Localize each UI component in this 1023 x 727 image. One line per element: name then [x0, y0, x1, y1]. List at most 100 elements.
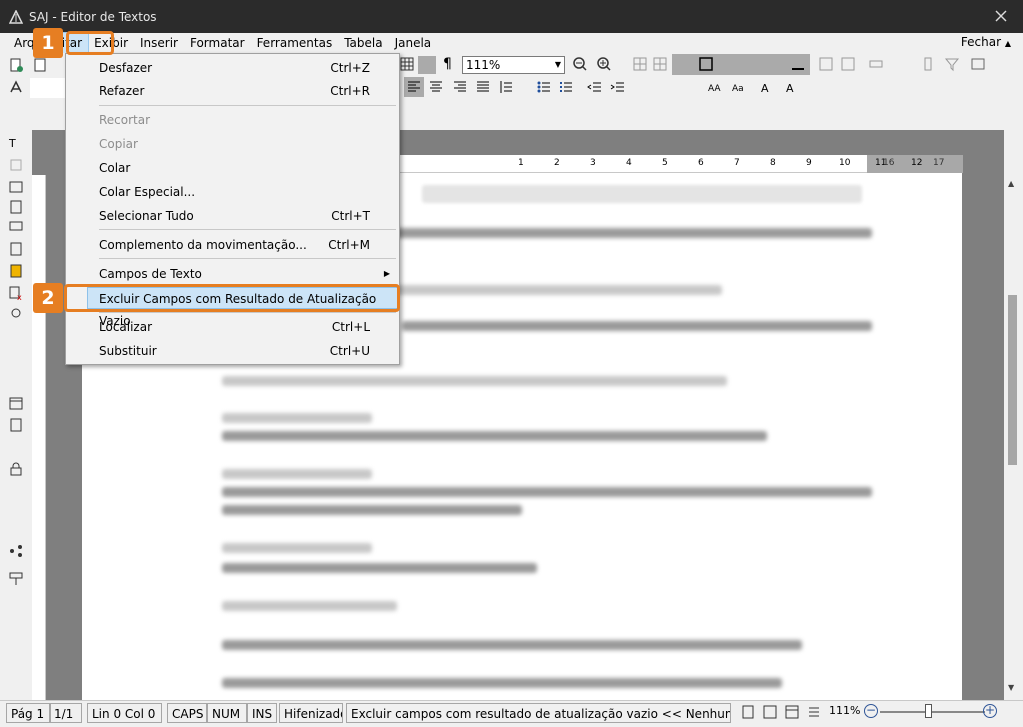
table-props-icon[interactable]: [970, 56, 986, 72]
scroll-up-icon[interactable]: ▲: [1008, 179, 1014, 188]
horizontal-ruler[interactable]: 1 2 3 4 5 6 7 8 9 10 11 12 13 14 15 16 1…: [395, 155, 963, 173]
menu-item-localizar[interactable]: Localizar Ctrl+L: [66, 316, 399, 338]
status-message: Excluir campos com resultado de atualiza…: [346, 703, 731, 723]
fields-icon[interactable]: [8, 179, 24, 195]
menu-item-colar[interactable]: Colar: [66, 157, 399, 179]
svg-text:A: A: [761, 82, 769, 95]
vertical-scrollbar[interactable]: ▲ ▼: [1004, 175, 1020, 700]
menu-item-selecionar-tudo[interactable]: Selecionar Tudo Ctrl+T: [66, 205, 399, 227]
zoom-select[interactable]: 111% ▼: [462, 56, 565, 74]
doc-heading-blur: [422, 185, 862, 203]
align-center-icon[interactable]: [428, 79, 444, 95]
case-toggle-icon[interactable]: A: [760, 79, 776, 95]
menu-formatar[interactable]: Formatar: [184, 33, 251, 53]
font-size-icon[interactable]: A: [785, 79, 801, 95]
comment-icon[interactable]: [8, 219, 24, 235]
menu-item-desfazer[interactable]: Desfazer Ctrl+Z: [66, 57, 399, 79]
zoom-out-icon[interactable]: [572, 56, 588, 72]
font-name-box[interactable]: [30, 78, 66, 98]
split-cells-icon[interactable]: [840, 56, 856, 72]
grid-icon[interactable]: [632, 56, 648, 72]
page-icon[interactable]: [32, 57, 48, 73]
zoom-slider-thumb[interactable]: [925, 704, 932, 718]
vertical-ruler[interactable]: [32, 175, 46, 700]
step1-highlight: [66, 31, 114, 55]
menu-item-copiar[interactable]: Copiar: [66, 133, 399, 155]
menu-item-shortcut: Ctrl+U: [329, 344, 370, 358]
zoom-in-button[interactable]: +: [983, 704, 997, 718]
align-right-icon[interactable]: [452, 79, 468, 95]
normal-view-icon[interactable]: [762, 704, 778, 720]
menu-item-label: Desfazer: [99, 61, 153, 75]
menu-item-campos-de-texto[interactable]: Campos de Texto ▶: [66, 263, 399, 285]
toolbar-pressed-button[interactable]: [418, 56, 436, 74]
list-icon[interactable]: [8, 241, 24, 257]
status-caps: CAPS: [167, 703, 207, 723]
menu-item-substituir[interactable]: Substituir Ctrl+U: [66, 340, 399, 362]
increase-indent-icon[interactable]: [610, 79, 626, 95]
numbered-list-icon[interactable]: [558, 79, 574, 95]
form-icon[interactable]: [8, 263, 24, 279]
table-icon[interactable]: [399, 56, 415, 72]
ruler-label: 3: [590, 158, 596, 168]
bookmark-icon[interactable]: [8, 417, 24, 433]
uppercase-icon[interactable]: AA: [708, 79, 724, 95]
decrease-indent-icon[interactable]: [587, 79, 603, 95]
chevron-down-icon: ▼: [554, 60, 561, 69]
menu-item-label: Colar Especial...: [99, 185, 196, 199]
new-doc-icon[interactable]: [8, 57, 24, 73]
certificate-icon[interactable]: [8, 307, 24, 323]
lowercase-icon[interactable]: Aa: [732, 79, 748, 95]
zoom-slider[interactable]: [880, 711, 985, 713]
merge-cells-icon[interactable]: [818, 56, 834, 72]
line-spacing-icon[interactable]: [498, 79, 514, 95]
fechar-label: Fechar: [960, 35, 1002, 49]
submenu-arrow-icon: ▶: [383, 269, 390, 278]
document-icon[interactable]: [8, 199, 24, 215]
doc-line-blur: [402, 321, 872, 331]
zoom-in-icon[interactable]: [596, 56, 612, 72]
menu-item-label: Selecionar Tudo: [99, 209, 194, 223]
menu-item-refazer[interactable]: Refazer Ctrl+R: [66, 80, 399, 102]
menu-item-colar-especial[interactable]: Colar Especial...: [66, 181, 399, 203]
page-view-icon[interactable]: [740, 704, 756, 720]
text-tool-icon[interactable]: T: [8, 135, 24, 151]
paragraph-marks-icon[interactable]: ¶: [443, 56, 452, 72]
web-view-icon[interactable]: [784, 704, 800, 720]
menu-item-label: Campos de Texto: [99, 267, 202, 281]
box-border-icon[interactable]: [698, 56, 714, 72]
ruler-label: 9: [806, 158, 812, 168]
paint-format-icon[interactable]: [8, 571, 24, 587]
menu-item-complemento[interactable]: Complemento da movimentação... Ctrl+M: [66, 234, 399, 256]
menu-item-shortcut: Ctrl+M: [328, 238, 370, 252]
close-window-icon[interactable]: [993, 8, 1009, 24]
zoom-out-button[interactable]: −: [864, 704, 878, 718]
table-grid-icon[interactable]: [652, 56, 668, 72]
share-icon[interactable]: [8, 543, 24, 559]
menu-item-recortar[interactable]: Recortar: [66, 109, 399, 131]
menu-tabela[interactable]: Tabela: [338, 33, 388, 53]
outline-view-icon[interactable]: [806, 704, 822, 720]
delete-field-icon[interactable]: x: [8, 285, 24, 301]
align-left-icon[interactable]: [406, 79, 422, 95]
fechar-button[interactable]: Fechar ▲: [961, 35, 1011, 49]
lock-icon[interactable]: [8, 461, 24, 477]
menu-ferramentas[interactable]: Ferramentas: [251, 33, 339, 53]
title-bar: SAJ - Editor de Textos: [0, 0, 1023, 33]
menu-janela[interactable]: Janela: [389, 33, 438, 53]
justify-icon[interactable]: [475, 79, 491, 95]
scrollbar-thumb[interactable]: [1008, 295, 1017, 465]
doc-line-blur: [222, 413, 372, 423]
insert-row-icon[interactable]: [868, 56, 884, 72]
step2-highlight: [64, 284, 400, 312]
app-logo-icon: [9, 9, 23, 24]
menu-inserir[interactable]: Inserir: [134, 33, 184, 53]
format-icon[interactable]: [8, 79, 24, 95]
stamp-icon[interactable]: [8, 157, 24, 173]
filter-icon[interactable]: [944, 56, 960, 72]
bottom-border-icon[interactable]: [790, 56, 806, 72]
insert-col-icon[interactable]: [920, 56, 936, 72]
bullet-list-icon[interactable]: [536, 79, 552, 95]
scroll-down-icon[interactable]: ▼: [1008, 683, 1014, 692]
calendar-icon[interactable]: [8, 395, 24, 411]
